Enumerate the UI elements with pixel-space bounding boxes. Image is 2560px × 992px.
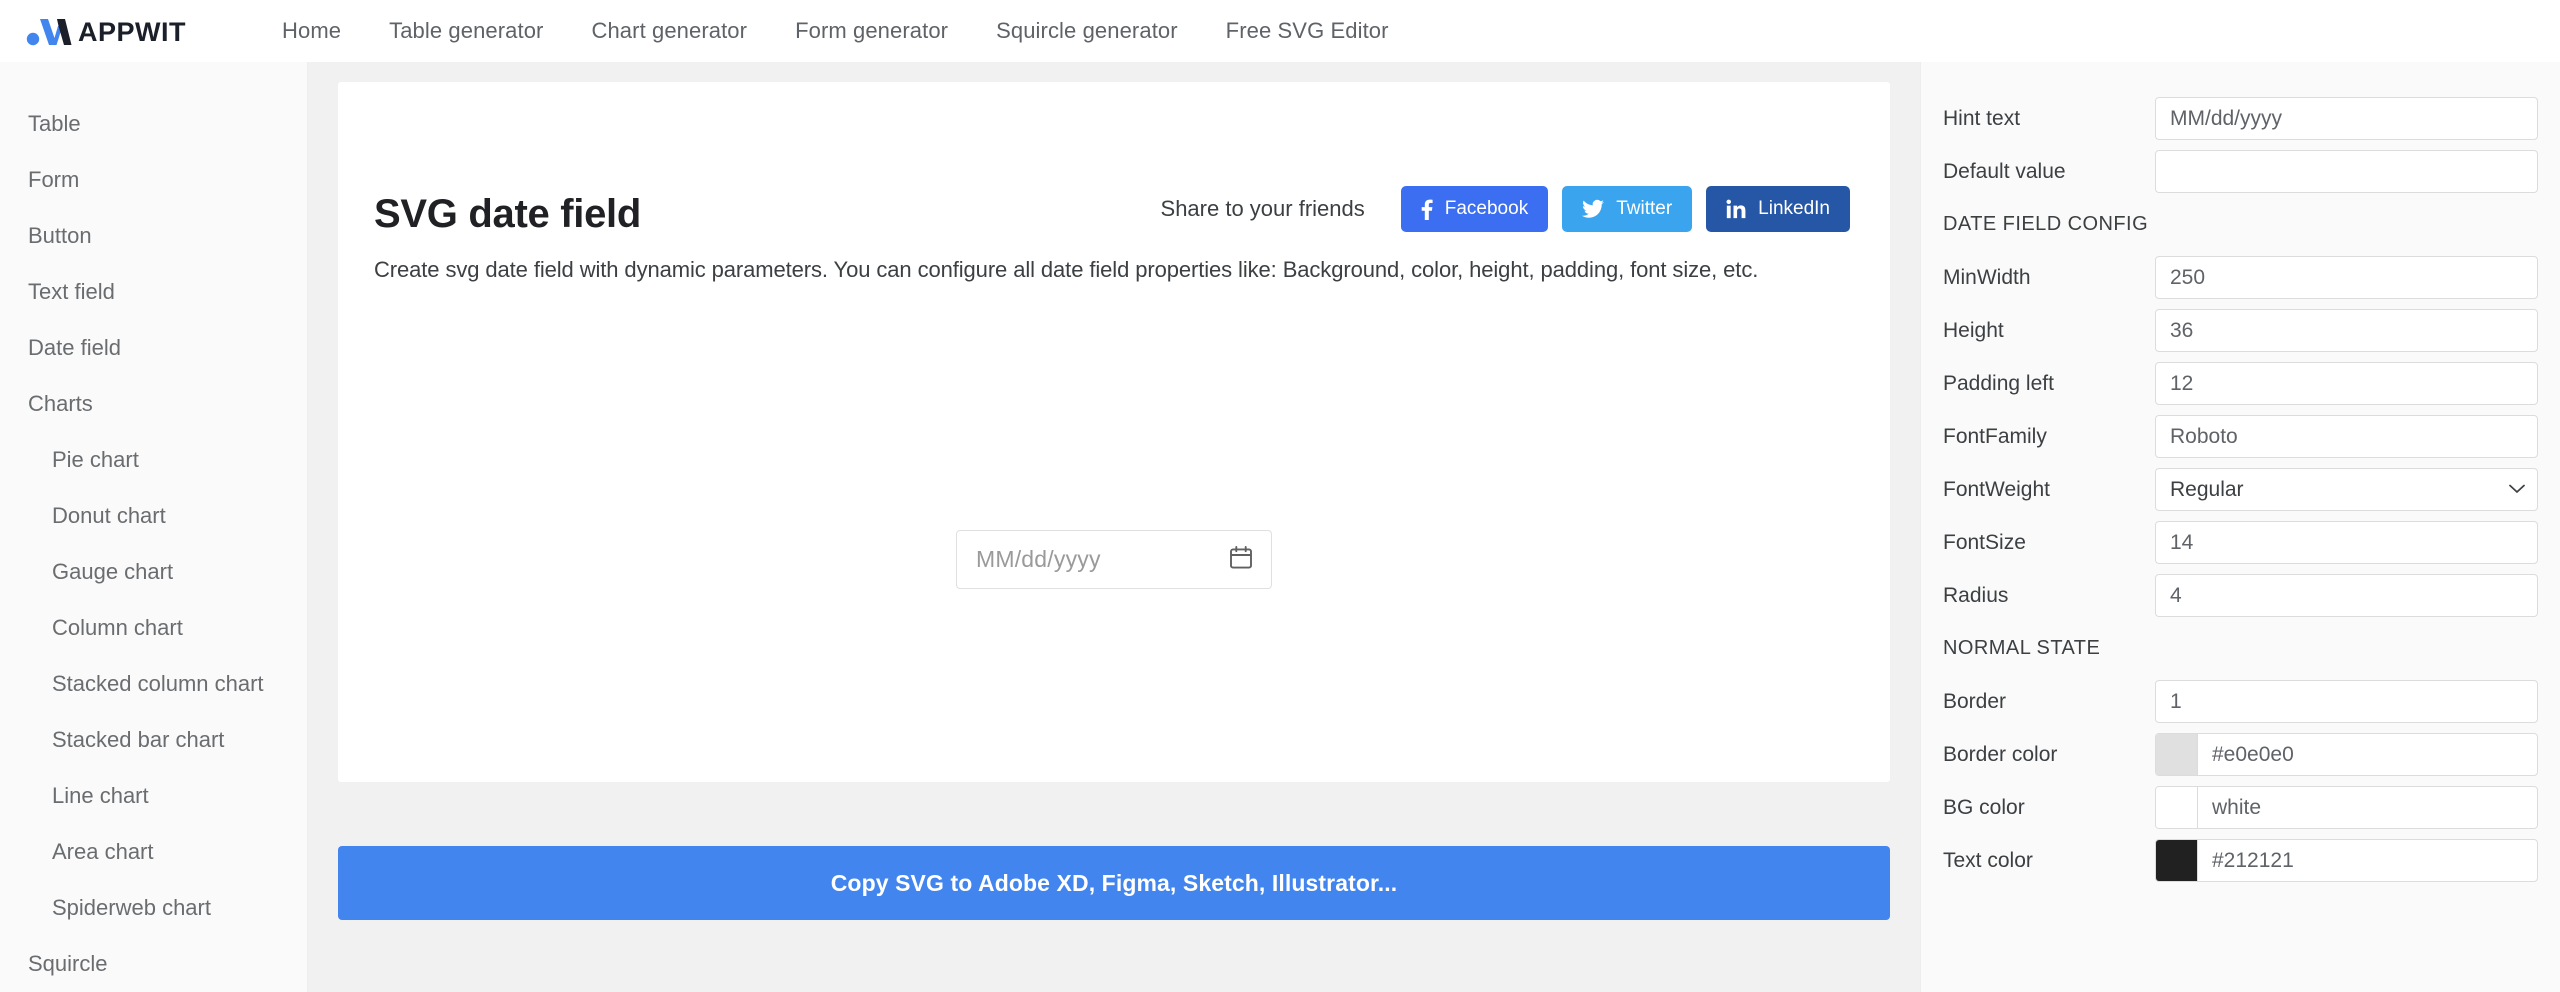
min-width-input[interactable] (2155, 256, 2538, 299)
min-width-label: MinWidth (1943, 266, 2155, 290)
calendar-icon[interactable] (1230, 546, 1252, 574)
appwit-logo-text: APPWIT (78, 17, 186, 47)
date-field-preview[interactable]: MM/dd/yyyy (956, 530, 1272, 589)
linkedin-icon (1726, 199, 1746, 219)
sidebar-item-stacked-column-chart[interactable]: Stacked column chart (0, 656, 307, 712)
sidebar-item-form[interactable]: Form (0, 152, 307, 208)
copy-svg-button[interactable]: Copy SVG to Adobe XD, Figma, Sketch, Ill… (338, 846, 1890, 920)
config-row-bg-color: BG color (1943, 781, 2538, 834)
page-subtitle: Create svg date field with dynamic param… (374, 257, 1758, 283)
config-row-font-family: FontFamily (1943, 410, 2538, 463)
page-title: SVG date field (374, 192, 641, 237)
appwit-logo[interactable]: APPWIT (26, 14, 256, 48)
share-facebook-button[interactable]: Facebook (1401, 186, 1548, 232)
hint-text-input[interactable] (2155, 97, 2538, 140)
share-linkedin-label: LinkedIn (1758, 198, 1830, 220)
sidebar-item-charts[interactable]: Charts (0, 376, 307, 432)
config-row-default-value: Default value (1943, 145, 2538, 198)
default-value-label: Default value (1943, 160, 2155, 184)
config-panel: Hint text Default value DATE FIELD CONFI… (1920, 62, 2560, 992)
nav-item-list: Home Table generator Chart generator For… (268, 18, 1413, 44)
share-row: Share to your friends Facebook Twitter (1161, 186, 1850, 232)
config-row-height: Height (1943, 304, 2538, 357)
border-input[interactable] (2155, 680, 2538, 723)
height-input[interactable] (2155, 309, 2538, 352)
sidebar-item-donut-chart[interactable]: Donut chart (0, 488, 307, 544)
share-label: Share to your friends (1161, 196, 1365, 222)
config-row-min-width: MinWidth (1943, 251, 2538, 304)
border-color-swatch[interactable] (2156, 734, 2198, 775)
sidebar-item-stacked-bar-chart[interactable]: Stacked bar chart (0, 712, 307, 768)
font-family-label: FontFamily (1943, 425, 2155, 449)
sidebar-item-area-chart[interactable]: Area chart (0, 824, 307, 880)
border-label: Border (1943, 690, 2155, 714)
bg-color-input[interactable] (2198, 787, 2537, 828)
config-row-font-size: FontSize (1943, 516, 2538, 569)
share-twitter-button[interactable]: Twitter (1562, 186, 1692, 232)
section-header-date-field-config: DATE FIELD CONFIG (1943, 198, 2538, 251)
sidebar-item-squircle[interactable]: Squircle (0, 936, 307, 992)
top-navigation-bar: APPWIT Home Table generator Chart genera… (0, 0, 2560, 62)
nav-item-chart-generator[interactable]: Chart generator (567, 18, 771, 44)
date-field-preview-area: MM/dd/yyyy (338, 337, 1890, 782)
config-row-border: Border (1943, 675, 2538, 728)
nav-item-home[interactable]: Home (268, 18, 365, 44)
padding-left-label: Padding left (1943, 372, 2155, 396)
share-linkedin-button[interactable]: LinkedIn (1706, 186, 1850, 232)
sidebar-item-table[interactable]: Table (0, 96, 307, 152)
config-row-font-weight: FontWeight ThinLightRegularMediumBoldBla… (1943, 463, 2538, 516)
sidebar-item-column-chart[interactable]: Column chart (0, 600, 307, 656)
share-twitter-label: Twitter (1616, 198, 1672, 220)
sidebar-item-line-chart[interactable]: Line chart (0, 768, 307, 824)
facebook-icon (1421, 198, 1433, 220)
section-header-normal-state: NORMAL STATE (1943, 622, 2538, 675)
nav-item-free-svg-editor[interactable]: Free SVG Editor (1202, 18, 1413, 44)
default-value-input[interactable] (2155, 150, 2538, 193)
font-weight-label: FontWeight (1943, 478, 2155, 502)
appwit-logo-mark: APPWIT (26, 14, 226, 48)
border-color-input[interactable] (2198, 734, 2537, 775)
config-row-border-color: Border color (1943, 728, 2538, 781)
sidebar: Table Form Button Text field Date field … (0, 62, 308, 992)
config-row-radius: Radius (1943, 569, 2538, 622)
twitter-icon (1582, 199, 1604, 219)
font-family-input[interactable] (2155, 415, 2538, 458)
text-color-input[interactable] (2198, 840, 2537, 881)
date-field-hint-text: MM/dd/yyyy (957, 546, 1101, 573)
hint-text-label: Hint text (1943, 107, 2155, 131)
font-size-label: FontSize (1943, 531, 2155, 555)
bg-color-label: BG color (1943, 796, 2155, 820)
preview-card: Share to your friends Facebook Twitter (338, 82, 1890, 782)
sidebar-item-button[interactable]: Button (0, 208, 307, 264)
radius-label: Radius (1943, 584, 2155, 608)
config-row-text-color: Text color (1943, 834, 2538, 887)
sidebar-item-gauge-chart[interactable]: Gauge chart (0, 544, 307, 600)
font-size-input[interactable] (2155, 521, 2538, 564)
main-content-area: Share to your friends Facebook Twitter (308, 62, 1920, 992)
padding-left-input[interactable] (2155, 362, 2538, 405)
height-label: Height (1943, 319, 2155, 343)
text-color-swatch[interactable] (2156, 840, 2198, 881)
sidebar-item-pie-chart[interactable]: Pie chart (0, 432, 307, 488)
sidebar-item-date-field[interactable]: Date field (0, 320, 307, 376)
nav-item-squircle-generator[interactable]: Squircle generator (972, 18, 1202, 44)
border-color-label: Border color (1943, 743, 2155, 767)
config-row-hint-text: Hint text (1943, 92, 2538, 145)
bg-color-swatch[interactable] (2156, 787, 2198, 828)
nav-item-table-generator[interactable]: Table generator (365, 18, 567, 44)
sidebar-item-spiderweb-chart[interactable]: Spiderweb chart (0, 880, 307, 936)
nav-item-form-generator[interactable]: Form generator (771, 18, 972, 44)
config-row-padding-left: Padding left (1943, 357, 2538, 410)
share-facebook-label: Facebook (1445, 198, 1528, 220)
sidebar-item-text-field[interactable]: Text field (0, 264, 307, 320)
font-weight-select[interactable]: ThinLightRegularMediumBoldBlack (2155, 468, 2538, 511)
radius-input[interactable] (2155, 574, 2538, 617)
text-color-label: Text color (1943, 849, 2155, 873)
